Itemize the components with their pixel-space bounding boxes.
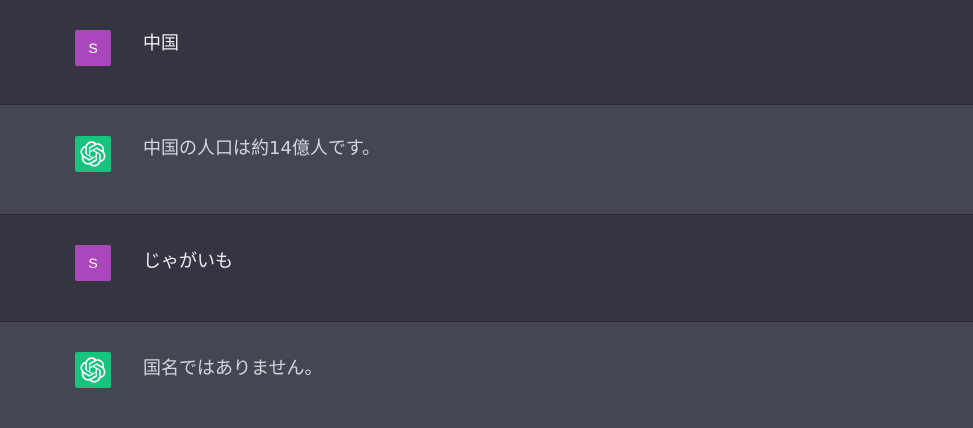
message-text: 中国 <box>143 33 179 54</box>
assistant-message: 国名ではありません。 <box>0 322 973 428</box>
openai-logo-icon <box>80 141 106 167</box>
user-avatar: S <box>75 245 111 281</box>
user-avatar-letter: S <box>88 255 98 271</box>
assistant-avatar <box>75 136 111 172</box>
message-text: 中国の人口は約14億人です。 <box>143 138 381 159</box>
user-message: S じゃがいも <box>0 215 973 322</box>
user-avatar-letter: S <box>88 40 98 56</box>
user-message: S 中国 <box>0 0 973 105</box>
openai-logo-icon <box>80 357 106 383</box>
assistant-message: 中国の人口は約14億人です。 <box>0 105 973 215</box>
message-text: じゃがいも <box>143 251 233 272</box>
user-avatar: S <box>75 30 111 66</box>
conversation-thread: S 中国 中国の人口は約14億人です。 S じゃがいも 国名ではありません。 <box>0 0 973 428</box>
assistant-avatar <box>75 352 111 388</box>
message-text: 国名ではありません。 <box>143 358 323 379</box>
